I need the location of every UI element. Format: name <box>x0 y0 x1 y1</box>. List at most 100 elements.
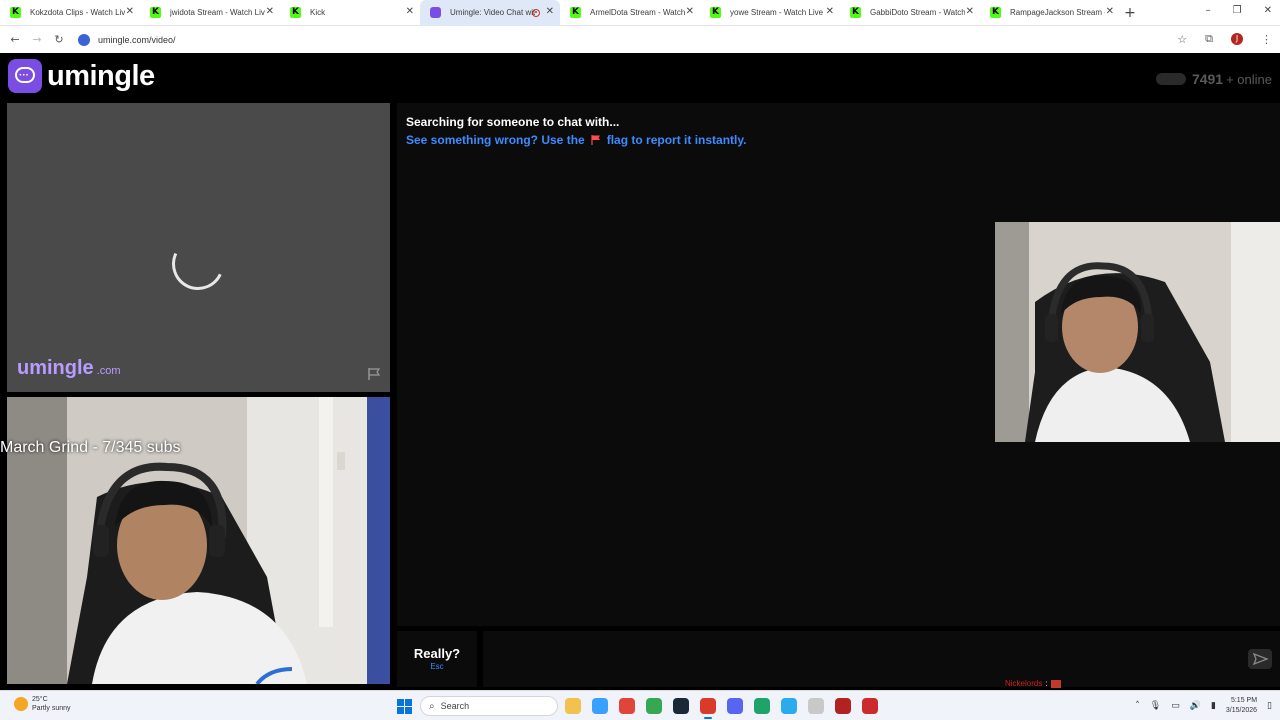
windows-start-icon[interactable] <box>397 699 412 714</box>
browser-tab[interactable]: Umingle: Video Chat wit ✕ <box>420 0 560 26</box>
chat-input-bar: Really? Esc <box>397 631 1280 687</box>
browser-tab[interactable]: Kjwidota Stream - Watch Live ✕ <box>140 0 280 26</box>
telegram-icon[interactable] <box>781 698 797 714</box>
minimize-icon[interactable]: – <box>1206 5 1211 16</box>
weather-desc: Partly sunny <box>32 705 71 712</box>
video-watermark: umingle .com <box>17 357 121 380</box>
dota-icon[interactable] <box>835 698 851 714</box>
esc-button[interactable]: Really? Esc <box>397 631 477 687</box>
nickname-text: Nickelords <box>1005 679 1043 688</box>
browser-tab-label: GabbiDoto Stream - Watch L <box>870 8 965 17</box>
chat-message-input[interactable] <box>483 631 1280 687</box>
network-icon[interactable]: ▭ <box>1171 701 1180 711</box>
kick-favicon-icon: K <box>850 6 861 18</box>
bookmark-star-icon[interactable]: ☆ <box>1177 33 1187 46</box>
address-bar-row: ← → ↻ umingle.com/video/ ☆ ⧉ J ⋮ <box>0 26 1280 53</box>
close-tab-icon[interactable]: ✕ <box>966 6 974 17</box>
close-tab-icon[interactable]: ✕ <box>406 6 414 17</box>
system-tray: ˄ 🎙 ▭ 🔊 ▮ 5:15 PM 3/15/2026 ▯ <box>1135 696 1272 716</box>
watermark-domain: .com <box>96 365 121 377</box>
close-tab-icon[interactable]: ✕ <box>1106 6 1114 17</box>
browser-tab[interactable]: K GabbiDoto Stream - Watch L ✕ <box>840 0 980 26</box>
kick-favicon-icon: K <box>10 6 21 18</box>
theme-toggle[interactable] <box>1155 73 1186 85</box>
weather-sun-icon <box>14 697 28 711</box>
kick-favicon-icon: K <box>290 6 301 18</box>
app-green-icon[interactable] <box>754 698 770 714</box>
kick-favicon-icon: K <box>990 6 1001 18</box>
send-button[interactable] <box>1248 649 1272 669</box>
taskbar-apps <box>565 698 878 719</box>
address-bar-actions: ☆ ⧉ J ⋮ <box>1177 32 1272 46</box>
back-icon[interactable]: ← <box>4 33 26 46</box>
microphone-icon[interactable]: 🎙 <box>1150 701 1161 711</box>
close-window-icon[interactable]: ✕ <box>1264 5 1272 16</box>
close-tab-icon[interactable]: ✕ <box>686 6 694 17</box>
browser-tab-label: ArmelDota Stream - Watch L <box>590 8 685 17</box>
loading-spinner-icon <box>164 230 232 298</box>
browser-tab-label: Kokzdota Clips - Watch Live <box>30 8 125 17</box>
extensions-icon[interactable]: ⧉ <box>1205 32 1213 46</box>
copilot-icon[interactable] <box>592 698 608 714</box>
nickname-badge-icon <box>1050 679 1061 688</box>
search-icon: ⌕ <box>429 700 435 712</box>
report-hint-post: flag to report it instantly. <box>606 133 747 147</box>
kick-favicon-icon: K <box>150 6 161 18</box>
site-logo[interactable]: ··· umingle <box>8 59 155 93</box>
clock[interactable]: 5:15 PM 3/15/2026 <box>1226 696 1257 716</box>
os-taskbar: 25°C Partly sunny ⌕ Search ˄ 🎙 ▭ 🔊 ▮ 5:1… <box>0 690 1280 720</box>
restore-icon[interactable]: ❐ <box>1233 5 1242 16</box>
kick-favicon-icon: K <box>710 6 721 18</box>
clock-time: 5:15 PM <box>1230 697 1258 704</box>
nickname-alert: Nickelords : <box>1005 679 1061 688</box>
browser-tab-label: RampageJackson Stream - W <box>1010 8 1105 17</box>
steam-icon[interactable] <box>673 698 689 714</box>
close-tab-icon[interactable]: ✕ <box>126 6 134 17</box>
clock-date: 3/15/2026 <box>1225 707 1258 714</box>
send-icon <box>1252 652 1269 666</box>
browser-tab[interactable]: K Kick ✕ <box>280 0 420 26</box>
battery-icon[interactable]: ▮ <box>1211 701 1216 711</box>
reload-icon[interactable]: ↻ <box>48 33 70 46</box>
browser-tab[interactable]: K ArmelDota Stream - Watch L ✕ <box>560 0 700 26</box>
chat-status: Searching for someone to chat with... <box>406 115 620 129</box>
report-hint-pre: See something wrong? Use the <box>406 133 585 147</box>
recording-icon <box>532 8 540 17</box>
tray-chevron-icon[interactable]: ˄ <box>1135 701 1140 711</box>
snipping-tool-icon[interactable] <box>808 698 824 714</box>
browser-tab-label: Kick <box>310 8 326 17</box>
browser-tab[interactable]: K RampageJackson Stream - W✕ <box>980 0 1120 26</box>
browser-menu-icon[interactable]: ⋮ <box>1261 33 1272 46</box>
new-tab-button[interactable]: + <box>1120 5 1140 21</box>
online-count: 7491 <box>1191 71 1224 87</box>
chrome-active-icon[interactable] <box>700 698 716 719</box>
speaker-icon[interactable]: 🔊 <box>1190 701 1201 711</box>
close-tab-icon[interactable]: ✕ <box>266 6 274 17</box>
stranger-video: umingle .com <box>7 103 390 392</box>
close-tab-icon[interactable]: ✕ <box>826 6 834 17</box>
chrome-icon[interactable] <box>619 698 635 714</box>
esc-key-hint: Esc <box>430 662 444 671</box>
weather-widget[interactable]: 25°C Partly sunny <box>14 695 71 713</box>
profile-avatar[interactable]: J <box>1231 33 1243 45</box>
report-flag-icon[interactable] <box>367 367 381 381</box>
chrome-profile-icon[interactable] <box>646 698 662 714</box>
notifications-icon[interactable]: ▯ <box>1267 701 1272 711</box>
taskbar-search[interactable]: ⌕ Search <box>420 696 558 716</box>
red-flag-icon <box>591 135 600 145</box>
forward-icon[interactable]: → <box>26 33 48 46</box>
browser-tab-label: Umingle: Video Chat wit <box>450 8 536 17</box>
browser-tab[interactable]: Kyowe Stream - Watch Live o ✕ <box>700 0 840 26</box>
url-field[interactable]: umingle.com/video/ <box>78 31 1190 49</box>
stream-overlay-text: March Grind - 7/345 subs <box>0 439 181 456</box>
browser-tab[interactable]: K Kokzdota Clips - Watch Live ✕ <box>0 0 140 26</box>
umingle-page: ··· umingle 7491 + online umingle .com M… <box>0 53 1280 690</box>
app-red-icon[interactable] <box>862 698 878 714</box>
site-info-icon[interactable] <box>78 34 90 46</box>
streamer-cam-overlay <box>995 222 1280 442</box>
close-tab-icon[interactable]: ✕ <box>546 6 554 17</box>
nickname-separator: : <box>1045 679 1048 688</box>
kick-favicon-icon: K <box>570 6 581 18</box>
discord-icon[interactable] <box>727 698 743 714</box>
file-explorer-icon[interactable] <box>565 698 581 714</box>
